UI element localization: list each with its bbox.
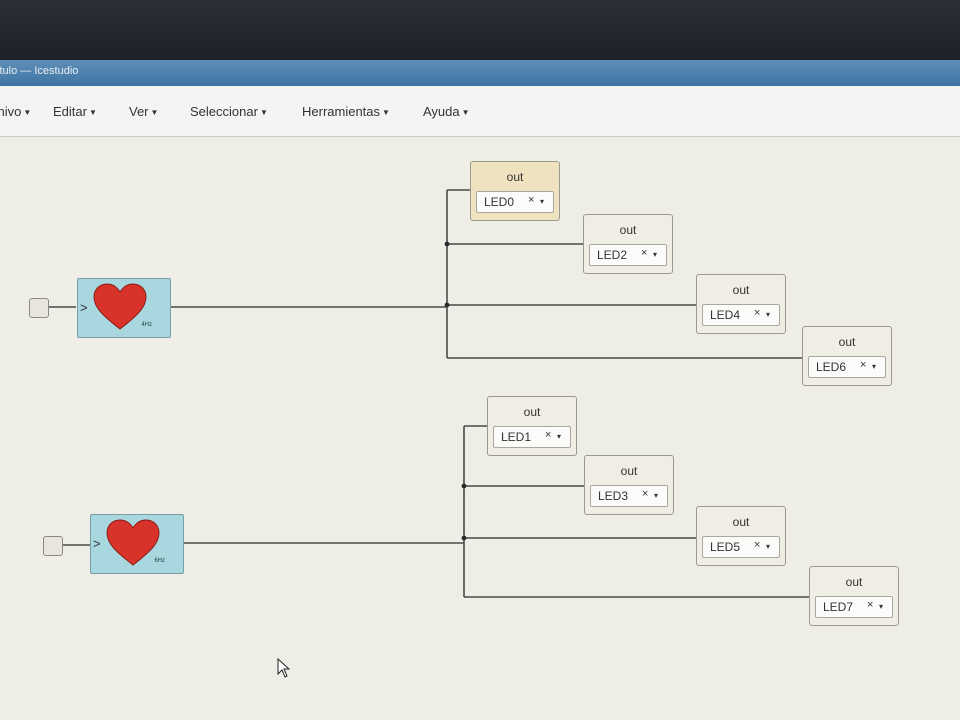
led-select-value: LED2	[597, 248, 628, 262]
caret-down-icon: ▼	[461, 108, 470, 118]
output-label: out	[506, 170, 524, 184]
heart-icon	[106, 519, 160, 566]
clear-icon[interactable]: ×	[545, 429, 551, 441]
frequency-label: 6Hz	[154, 558, 165, 564]
menu-herramientas[interactable]: Herramientas ▼	[302, 104, 390, 119]
dropdown-arrow-icon[interactable]: ▾	[766, 542, 770, 551]
dropdown-arrow-icon[interactable]: ▾	[540, 197, 544, 206]
wire-layer	[48, 189, 809, 598]
caret-down-icon: ▼	[88, 108, 97, 118]
frequency-label: 4Hz	[141, 322, 152, 328]
heartbeat-block[interactable]: > 4Hz	[77, 278, 171, 338]
output-label: out	[845, 575, 863, 589]
window-title: titulo — Icestudio	[0, 65, 79, 77]
output-block-led6[interactable]: out LED6 × ▾	[802, 326, 892, 386]
design-canvas[interactable]: > 4Hz > 6Hz out LED0 × ▾ out LED2 × ▾ ou…	[0, 137, 960, 720]
output-block-led5[interactable]: out LED5 × ▾	[696, 506, 786, 566]
led-select[interactable]: LED7 × ▾	[815, 596, 893, 618]
dropdown-arrow-icon[interactable]: ▾	[653, 250, 657, 259]
clock-arrow-icon: >	[93, 536, 101, 551]
dropdown-arrow-icon[interactable]: ▾	[872, 362, 876, 371]
caret-down-icon: ▼	[23, 108, 32, 118]
led-select-value: LED3	[598, 489, 629, 503]
output-label: out	[620, 464, 638, 478]
clear-icon[interactable]: ×	[641, 247, 647, 259]
clear-icon[interactable]: ×	[754, 539, 760, 551]
menu-editar[interactable]: Editar ▼	[53, 104, 97, 119]
menu-archivo[interactable]: Archivo▼	[0, 104, 31, 119]
output-label: out	[523, 405, 541, 419]
led-select[interactable]: LED1 × ▾	[493, 426, 571, 448]
led-select[interactable]: LED4 × ▾	[702, 304, 780, 326]
output-block-led2[interactable]: out LED2 × ▾	[583, 214, 673, 274]
led-select[interactable]: LED6 × ▾	[808, 356, 886, 378]
wire-junction	[461, 483, 467, 489]
output-block-led4[interactable]: out LED4 × ▾	[696, 274, 786, 334]
led-select[interactable]: LED5 × ▾	[702, 536, 780, 558]
dropdown-arrow-icon[interactable]: ▾	[654, 491, 658, 500]
window-titlebar: titulo — Icestudio	[0, 60, 960, 86]
menu-ver[interactable]: Ver ▼	[129, 104, 158, 119]
input-pin[interactable]	[43, 536, 63, 556]
mouse-pointer-icon	[277, 658, 291, 678]
heartbeat-block[interactable]: > 6Hz	[90, 514, 184, 574]
led-select[interactable]: LED2 × ▾	[589, 244, 667, 266]
dropdown-arrow-icon[interactable]: ▾	[766, 310, 770, 319]
caret-down-icon: ▼	[382, 108, 390, 118]
monitor-bezel	[0, 0, 960, 60]
output-block-led3[interactable]: out LED3 × ▾	[584, 455, 674, 515]
clear-icon[interactable]: ×	[860, 359, 866, 371]
menu-seleccionar[interactable]: Seleccionar ▼	[190, 104, 268, 119]
clock-arrow-icon: >	[80, 300, 88, 315]
wire-junction	[444, 241, 450, 247]
led-select-value: LED5	[710, 540, 741, 554]
led-select[interactable]: LED0 × ▾	[476, 191, 554, 213]
output-label: out	[732, 283, 750, 297]
output-label: out	[838, 335, 856, 349]
led-select-value: LED4	[710, 308, 741, 322]
output-block-led1[interactable]: out LED1 × ▾	[487, 396, 577, 456]
led-select-value: LED1	[501, 430, 532, 444]
wire-junction	[444, 302, 450, 308]
led-select-value: LED7	[823, 600, 854, 614]
clear-icon[interactable]: ×	[754, 307, 760, 319]
output-label: out	[732, 515, 750, 529]
caret-down-icon: ▼	[150, 108, 159, 118]
dropdown-arrow-icon[interactable]: ▾	[879, 602, 883, 611]
clear-icon[interactable]: ×	[642, 488, 648, 500]
menu-ayuda[interactable]: Ayuda ▼	[423, 104, 470, 119]
dropdown-arrow-icon[interactable]: ▾	[557, 432, 561, 441]
menu-bar: Archivo▼ Editar▼ Ver▼ Seleccionar▼ Herra…	[0, 86, 960, 137]
led-select[interactable]: LED3 × ▾	[590, 485, 668, 507]
output-block-led7[interactable]: out LED7 × ▾	[809, 566, 899, 626]
clear-icon[interactable]: ×	[528, 194, 534, 206]
input-pin[interactable]	[29, 298, 49, 318]
caret-down-icon: ▼	[259, 108, 268, 118]
output-label: out	[619, 223, 637, 237]
wire-junction	[461, 535, 467, 541]
led-select-value: LED6	[816, 360, 847, 374]
led-select-value: LED0	[484, 195, 515, 209]
clear-icon[interactable]: ×	[867, 599, 873, 611]
output-block-led0[interactable]: out LED0 × ▾	[470, 161, 560, 221]
heart-icon	[93, 283, 147, 330]
